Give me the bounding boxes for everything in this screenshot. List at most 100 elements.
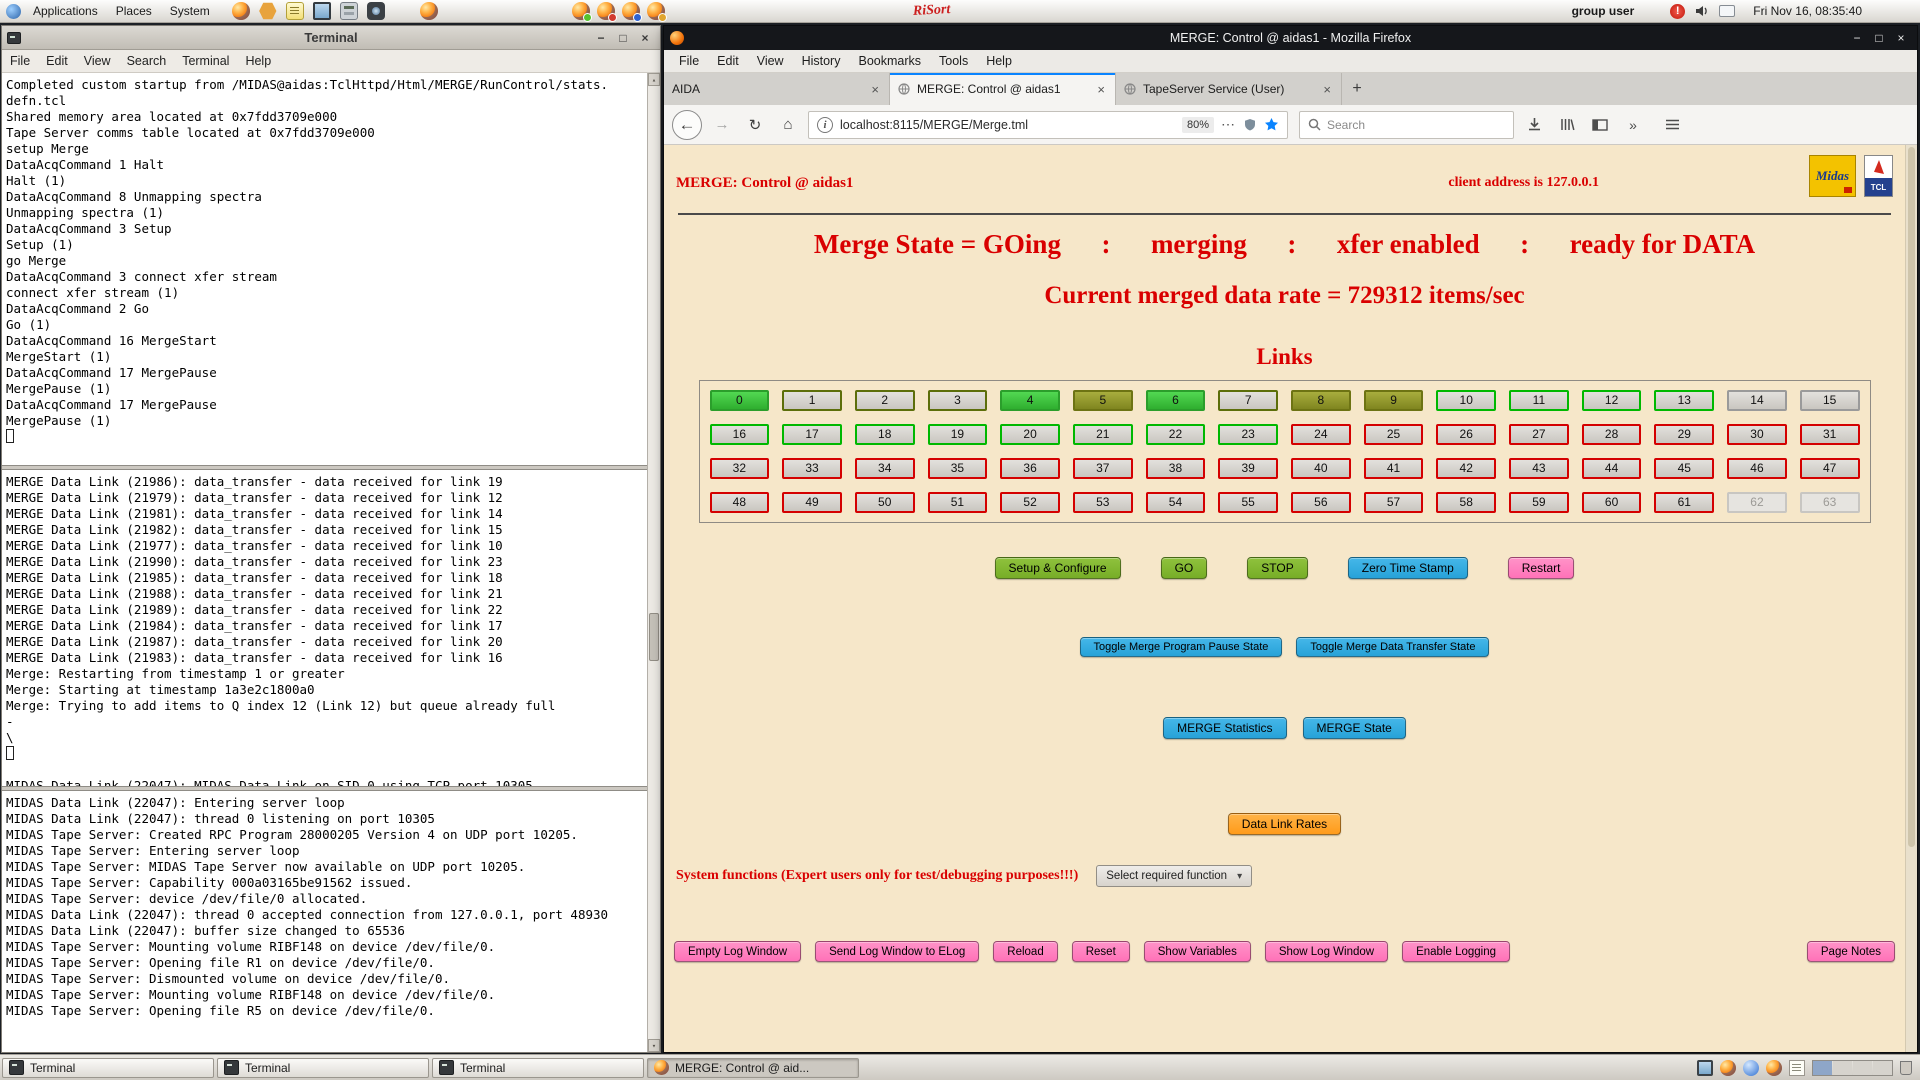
link-cell-34[interactable]: 34 [855, 458, 915, 479]
tab-merge-control-aidas1[interactable]: MERGE: Control @ aidas1× [890, 73, 1116, 105]
display-settings-icon[interactable] [1697, 1060, 1713, 1076]
link-cell-28[interactable]: 28 [1582, 424, 1642, 445]
link-cell-40[interactable]: 40 [1291, 458, 1351, 479]
close-button[interactable]: × [635, 29, 655, 47]
link-cell-23[interactable]: 23 [1218, 424, 1278, 445]
tab-aida[interactable]: AIDA× [664, 73, 890, 105]
link-cell-47[interactable]: 47 [1800, 458, 1860, 479]
link-cell-59[interactable]: 59 [1509, 492, 1569, 513]
link-cell-15[interactable]: 15 [1800, 390, 1860, 411]
link-cell-5[interactable]: 5 [1073, 390, 1133, 411]
link-cell-51[interactable]: 51 [928, 492, 988, 513]
terminal-menu-view[interactable]: View [76, 52, 119, 70]
workspace-4[interactable] [1873, 1061, 1892, 1075]
link-cell-29[interactable]: 29 [1654, 424, 1714, 445]
workspace-switcher[interactable] [1812, 1060, 1893, 1076]
link-cell-0[interactable]: 0 [710, 390, 770, 411]
terminal-scrollbar[interactable]: ▴ ▾ [647, 73, 660, 1052]
link-cell-4[interactable]: 4 [1000, 390, 1060, 411]
launcher-camera-icon[interactable] [367, 2, 385, 20]
link-cell-57[interactable]: 57 [1364, 492, 1424, 513]
link-cell-11[interactable]: 11 [1509, 390, 1569, 411]
overflow-chevron-icon[interactable]: » [1620, 112, 1646, 138]
tab-tapeserver-service-user[interactable]: TapeServer Service (User)× [1116, 73, 1342, 105]
distro-logo-icon[interactable] [6, 4, 21, 19]
notes-tray-icon[interactable] [1789, 1060, 1805, 1076]
workspace-2[interactable] [1833, 1061, 1852, 1075]
firefox-menu-edit[interactable]: Edit [708, 52, 748, 70]
firefox-tray-icon[interactable] [1720, 1060, 1736, 1076]
panel-menu-places[interactable]: Places [108, 1, 160, 21]
link-cell-43[interactable]: 43 [1509, 458, 1569, 479]
link-cell-44[interactable]: 44 [1582, 458, 1642, 479]
link-cell-21[interactable]: 21 [1073, 424, 1133, 445]
link-cell-56[interactable]: 56 [1291, 492, 1351, 513]
terminal-menu-edit[interactable]: Edit [38, 52, 76, 70]
link-cell-2[interactable]: 2 [855, 390, 915, 411]
link-cell-13[interactable]: 13 [1654, 390, 1714, 411]
link-cell-36[interactable]: 36 [1000, 458, 1060, 479]
button-merge-statistics[interactable]: MERGE Statistics [1163, 717, 1286, 739]
firefox-menu-history[interactable]: History [793, 52, 850, 70]
search-input[interactable] [1327, 118, 1505, 132]
url-text[interactable]: localhost:8115/MERGE/Merge.tml [840, 118, 1175, 132]
taskbar-window[interactable]: Terminal [2, 1058, 214, 1078]
menu-hamburger-icon[interactable] [1659, 112, 1685, 138]
close-button[interactable]: × [1891, 29, 1911, 47]
terminal-titlebar[interactable]: Terminal − □ × [2, 26, 660, 50]
link-cell-27[interactable]: 27 [1509, 424, 1569, 445]
taskbar-window[interactable]: Terminal [432, 1058, 644, 1078]
new-tab-button[interactable]: + [1342, 73, 1372, 105]
launcher-firefox-icon[interactable] [420, 2, 438, 20]
link-cell-8[interactable]: 8 [1291, 390, 1351, 411]
url-bar[interactable]: i localhost:8115/MERGE/Merge.tml 80% ⋯ [808, 111, 1288, 139]
bookmark-star-icon[interactable] [1264, 117, 1279, 132]
button-merge-state[interactable]: MERGE State [1303, 717, 1406, 739]
firefox-menu-view[interactable]: View [748, 52, 793, 70]
panel-menu-applications[interactable]: Applications [25, 1, 106, 21]
link-cell-1[interactable]: 1 [782, 390, 842, 411]
link-cell-45[interactable]: 45 [1654, 458, 1714, 479]
button-zero-time-stamp[interactable]: Zero Time Stamp [1348, 557, 1468, 579]
button-toggle-merge-data-transfer-state[interactable]: Toggle Merge Data Transfer State [1296, 637, 1489, 657]
link-cell-48[interactable]: 48 [710, 492, 770, 513]
link-cell-49[interactable]: 49 [782, 492, 842, 513]
pocket-icon[interactable] [1243, 118, 1257, 132]
link-cell-54[interactable]: 54 [1146, 492, 1206, 513]
link-cell-26[interactable]: 26 [1436, 424, 1496, 445]
link-cell-35[interactable]: 35 [928, 458, 988, 479]
link-cell-61[interactable]: 61 [1654, 492, 1714, 513]
link-cell-20[interactable]: 20 [1000, 424, 1060, 445]
link-cell-58[interactable]: 58 [1436, 492, 1496, 513]
page-notes-button[interactable]: Page Notes [1807, 941, 1895, 962]
link-cell-30[interactable]: 30 [1727, 424, 1787, 445]
trash-icon[interactable] [1900, 1061, 1912, 1075]
link-cell-50[interactable]: 50 [855, 492, 915, 513]
data-link-rates-button[interactable]: Data Link Rates [1228, 813, 1341, 835]
firefox-menu-help[interactable]: Help [977, 52, 1021, 70]
link-cell-37[interactable]: 37 [1073, 458, 1133, 479]
link-cell-22[interactable]: 22 [1146, 424, 1206, 445]
link-cell-41[interactable]: 41 [1364, 458, 1424, 479]
launcher-display-icon[interactable] [313, 2, 331, 20]
link-cell-25[interactable]: 25 [1364, 424, 1424, 445]
scroll-up-icon[interactable]: ▴ [648, 73, 660, 86]
forward-button[interactable]: → [709, 112, 735, 138]
link-cell-31[interactable]: 31 [1800, 424, 1860, 445]
link-cell-24[interactable]: 24 [1291, 424, 1351, 445]
terminal-menu-file[interactable]: File [2, 52, 38, 70]
terminal-menu-search[interactable]: Search [119, 52, 175, 70]
link-cell-10[interactable]: 10 [1436, 390, 1496, 411]
button-empty-log-window[interactable]: Empty Log Window [674, 941, 801, 962]
launcher-firefox-icon[interactable] [232, 2, 250, 20]
back-button[interactable]: ← [672, 110, 702, 140]
maximize-button[interactable]: □ [613, 29, 633, 47]
link-cell-52[interactable]: 52 [1000, 492, 1060, 513]
network-globe-icon[interactable] [1743, 1060, 1759, 1076]
terminal-pane-2[interactable]: MERGE Data Link (21986): data_transfer -… [2, 470, 647, 786]
firefox-menu-tools[interactable]: Tools [930, 52, 977, 70]
reload-button[interactable]: ↻ [742, 112, 768, 138]
button-toggle-merge-program-pause-state[interactable]: Toggle Merge Program Pause State [1080, 637, 1283, 657]
launcher-firefox-icon[interactable] [647, 2, 665, 20]
button-reload[interactable]: Reload [993, 941, 1057, 962]
